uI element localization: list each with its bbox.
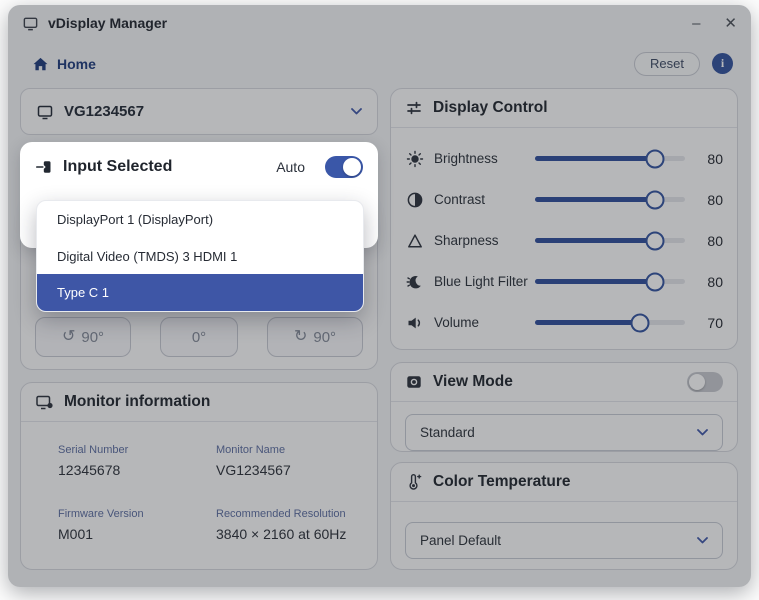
desktop-background: vDisplay Manager – ✕ Home Reset i: [0, 0, 759, 600]
dropdown-option-displayport[interactable]: DisplayPort 1 (DisplayPort): [37, 201, 363, 238]
input-selected-header: Input Selected Auto: [20, 142, 378, 192]
input-source-icon: [35, 158, 53, 176]
app-window: vDisplay Manager – ✕ Home Reset i: [8, 5, 751, 587]
option-label: DisplayPort 1 (DisplayPort): [57, 212, 213, 227]
option-label: Digital Video (TMDS) 3 HDMI 1: [57, 249, 237, 264]
toggle-knob: [343, 158, 361, 176]
input-selected-title: Input Selected: [63, 158, 172, 176]
input-source-dropdown: DisplayPort 1 (DisplayPort) Digital Vide…: [36, 200, 364, 312]
option-label: Type C 1: [57, 285, 109, 300]
auto-label: Auto: [276, 159, 305, 175]
dropdown-option-hdmi[interactable]: Digital Video (TMDS) 3 HDMI 1: [37, 238, 363, 275]
auto-input-toggle[interactable]: [325, 156, 363, 178]
dropdown-option-type-c[interactable]: Type C 1: [37, 274, 363, 311]
